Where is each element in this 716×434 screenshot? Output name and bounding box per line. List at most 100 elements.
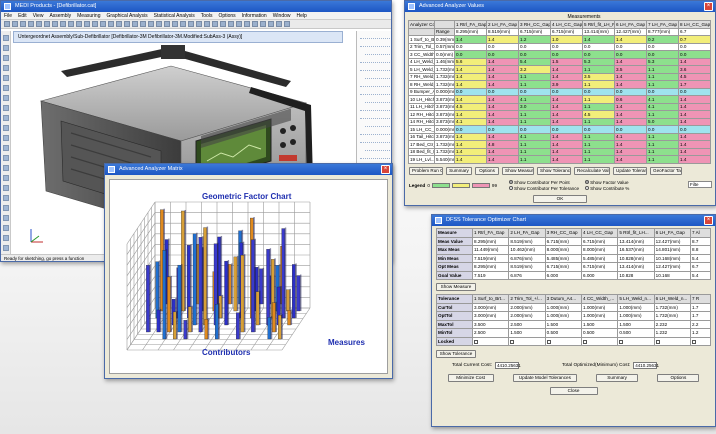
- locked-checkbox[interactable]: [619, 339, 624, 344]
- value-cell[interactable]: 5.4: [690, 253, 711, 263]
- value-cell[interactable]: 3.000(mm): [471, 302, 510, 312]
- toolbar-tool-icon[interactable]: [180, 21, 186, 27]
- menu-item[interactable]: Window: [273, 13, 291, 19]
- value-cell[interactable]: 8.000(mm): [580, 245, 619, 255]
- factor-cell[interactable]: 4.8: [486, 140, 519, 149]
- value-cell[interactable]: 2.232: [653, 319, 692, 329]
- factor-cell[interactable]: 1.1: [646, 140, 679, 149]
- factor-cell[interactable]: 1.4: [454, 65, 487, 74]
- toolbar-tool-icon[interactable]: [132, 21, 138, 27]
- value-cell[interactable]: 11.449(mm): [471, 245, 510, 255]
- factor-cell[interactable]: 0.0: [518, 42, 551, 51]
- toolbar-tool-icon[interactable]: [284, 21, 290, 27]
- toolbar-tool-icon[interactable]: [100, 21, 106, 27]
- chart-area[interactable]: Geometric Factor Chart Contributors Meas…: [109, 179, 388, 374]
- locked-checkbox-cell[interactable]: [508, 336, 546, 346]
- factor-cell[interactable]: 1.4: [454, 95, 487, 104]
- factor-cell[interactable]: 1.4: [486, 80, 519, 89]
- factor-cell[interactable]: 0.0: [678, 50, 711, 59]
- locked-checkbox-cell[interactable]: [580, 336, 619, 346]
- factor-cell[interactable]: 3.5: [582, 72, 615, 81]
- factor-cell[interactable]: 4.1: [454, 117, 487, 126]
- factor-cell[interactable]: 1.1: [518, 155, 551, 164]
- value-cell[interactable]: 8.000(mm): [544, 245, 582, 255]
- factor-cell[interactable]: 1.7: [678, 80, 711, 89]
- value-cell[interactable]: 0.500: [617, 328, 655, 338]
- toolbar-tool-icon[interactable]: [244, 21, 250, 27]
- tree-node[interactable]: [360, 105, 390, 111]
- table-row[interactable]: 8 RH_Weld_n...1.732(mm)1.41.41.13.91.11.…: [408, 80, 711, 89]
- toolbar-tool-icon[interactable]: [44, 21, 50, 27]
- toolbar-tool-icon[interactable]: [164, 21, 170, 27]
- factor-cell[interactable]: 1.4: [486, 57, 519, 66]
- measure-column-header[interactable]: 4 LH_CC_Gap: [550, 20, 583, 29]
- close-button[interactable]: Close: [549, 387, 598, 395]
- table-row[interactable]: 7 RH_Weld_n...1.732(mm)1.41.41.11.43.51.…: [408, 72, 711, 81]
- toolbar-tool-icon[interactable]: [204, 21, 210, 27]
- factor-cell[interactable]: 1.4: [454, 80, 487, 89]
- factor-cell[interactable]: 0.0: [614, 42, 647, 51]
- toolbar-tool-icon[interactable]: [108, 21, 114, 27]
- table-row[interactable]: Locked: [436, 336, 711, 346]
- toolbar-tool-icon[interactable]: [92, 21, 98, 27]
- options-button[interactable]: Options: [657, 374, 700, 382]
- toolbar-tool-icon[interactable]: [36, 21, 42, 27]
- factor-cell[interactable]: 0.0: [486, 125, 519, 134]
- tree-node[interactable]: [365, 73, 390, 79]
- table-row[interactable]: Goal Value 7.519 6.876 6.000 6.000 10.828 10.1…: [436, 270, 711, 280]
- value-cell[interactable]: 7.519(mm): [471, 253, 510, 263]
- factor-cell[interactable]: 0.0: [678, 42, 711, 51]
- value-cell[interactable]: 3.500: [471, 319, 510, 329]
- factor-cell[interactable]: 1.4: [550, 117, 583, 126]
- value-cell[interactable]: 1.000(mm): [580, 302, 619, 312]
- locked-checkbox[interactable]: [582, 339, 587, 344]
- factor-cell[interactable]: 0.0: [486, 87, 519, 96]
- factor-cell[interactable]: 5.0: [646, 117, 679, 126]
- toolbar-tool-icon[interactable]: [220, 21, 226, 27]
- optim-titlebar[interactable]: DFSS Tolerance Optimizer Chart ×: [432, 215, 715, 226]
- value-cell[interactable]: 1.500: [617, 319, 655, 329]
- menu-item[interactable]: Tools: [201, 13, 213, 19]
- left-tool-icon[interactable]: [2, 195, 9, 201]
- value-cell[interactable]: 6.876: [508, 270, 546, 280]
- table-row[interactable]: 4 LH_Weld_n...1.46(mm)5.61.45.41.55.31.4…: [408, 57, 711, 66]
- factor-cell[interactable]: 1.4: [678, 117, 711, 126]
- filter-field[interactable]: Filte: [688, 181, 712, 188]
- table-row[interactable]: MaxTol 3.500 2.500 1.500 1.500 1.500 2.232 2.2: [436, 319, 711, 329]
- value-cell[interactable]: 8.519(mm): [508, 262, 546, 272]
- value-cell[interactable]: 2.500: [508, 319, 546, 329]
- radio-per-tolerance[interactable]: Show Contributor Per Tolerance: [509, 186, 579, 192]
- factor-cell[interactable]: 1.4: [550, 95, 583, 104]
- tree-node[interactable]: [360, 57, 390, 63]
- tree-node[interactable]: [365, 121, 390, 127]
- factor-cell[interactable]: 1.0: [550, 35, 583, 44]
- value-cell[interactable]: 12.427(mm): [653, 236, 692, 246]
- value-cell[interactable]: 0.500: [544, 328, 582, 338]
- values-action-button[interactable]: GeoFactor Table: [650, 166, 682, 175]
- toolbar-tool-icon[interactable]: [188, 21, 194, 27]
- factor-cell[interactable]: 0.0: [518, 125, 551, 134]
- factor-cell[interactable]: 1.1: [582, 102, 615, 111]
- measure-table[interactable]: Measure 1 Rtrl_FA_Gap 2 LH_FA_Gap 3 RH_CC_G…: [436, 228, 711, 280]
- factor-cell[interactable]: 0.0: [454, 50, 487, 59]
- factor-cell[interactable]: 1.2: [518, 35, 551, 44]
- value-cell[interactable]: 6.000: [580, 270, 619, 280]
- tree-node[interactable]: [360, 137, 390, 143]
- factor-cell[interactable]: 1.1: [646, 155, 679, 164]
- factor-cell[interactable]: 1.4: [486, 117, 519, 126]
- toolbar-tool-icon[interactable]: [140, 21, 146, 27]
- factor-cell[interactable]: 1.4: [550, 147, 583, 156]
- factor-cell[interactable]: 1.1: [646, 80, 679, 89]
- table-row[interactable]: 11 LH_Hitch_...3.873(mm)4.51.43.01.41.11…: [408, 102, 711, 111]
- left-tool-icon[interactable]: [2, 75, 9, 81]
- values-action-button[interactable]: Summary: [446, 166, 472, 175]
- factor-cell[interactable]: 1.1: [646, 147, 679, 156]
- locked-checkbox-cell[interactable]: [617, 336, 655, 346]
- value-cell[interactable]: 1.000(mm): [617, 302, 655, 312]
- measure-column-header[interactable]: 8 LH_CC_Gap: [678, 20, 711, 29]
- left-tool-icon[interactable]: [2, 105, 9, 111]
- toolbar-tool-icon[interactable]: [12, 21, 18, 27]
- factor-cell[interactable]: 1.4: [614, 35, 647, 44]
- matrix-titlebar[interactable]: Advanced Analyzer Matrix ×: [105, 164, 392, 175]
- factor-cell[interactable]: 0.0: [550, 125, 583, 134]
